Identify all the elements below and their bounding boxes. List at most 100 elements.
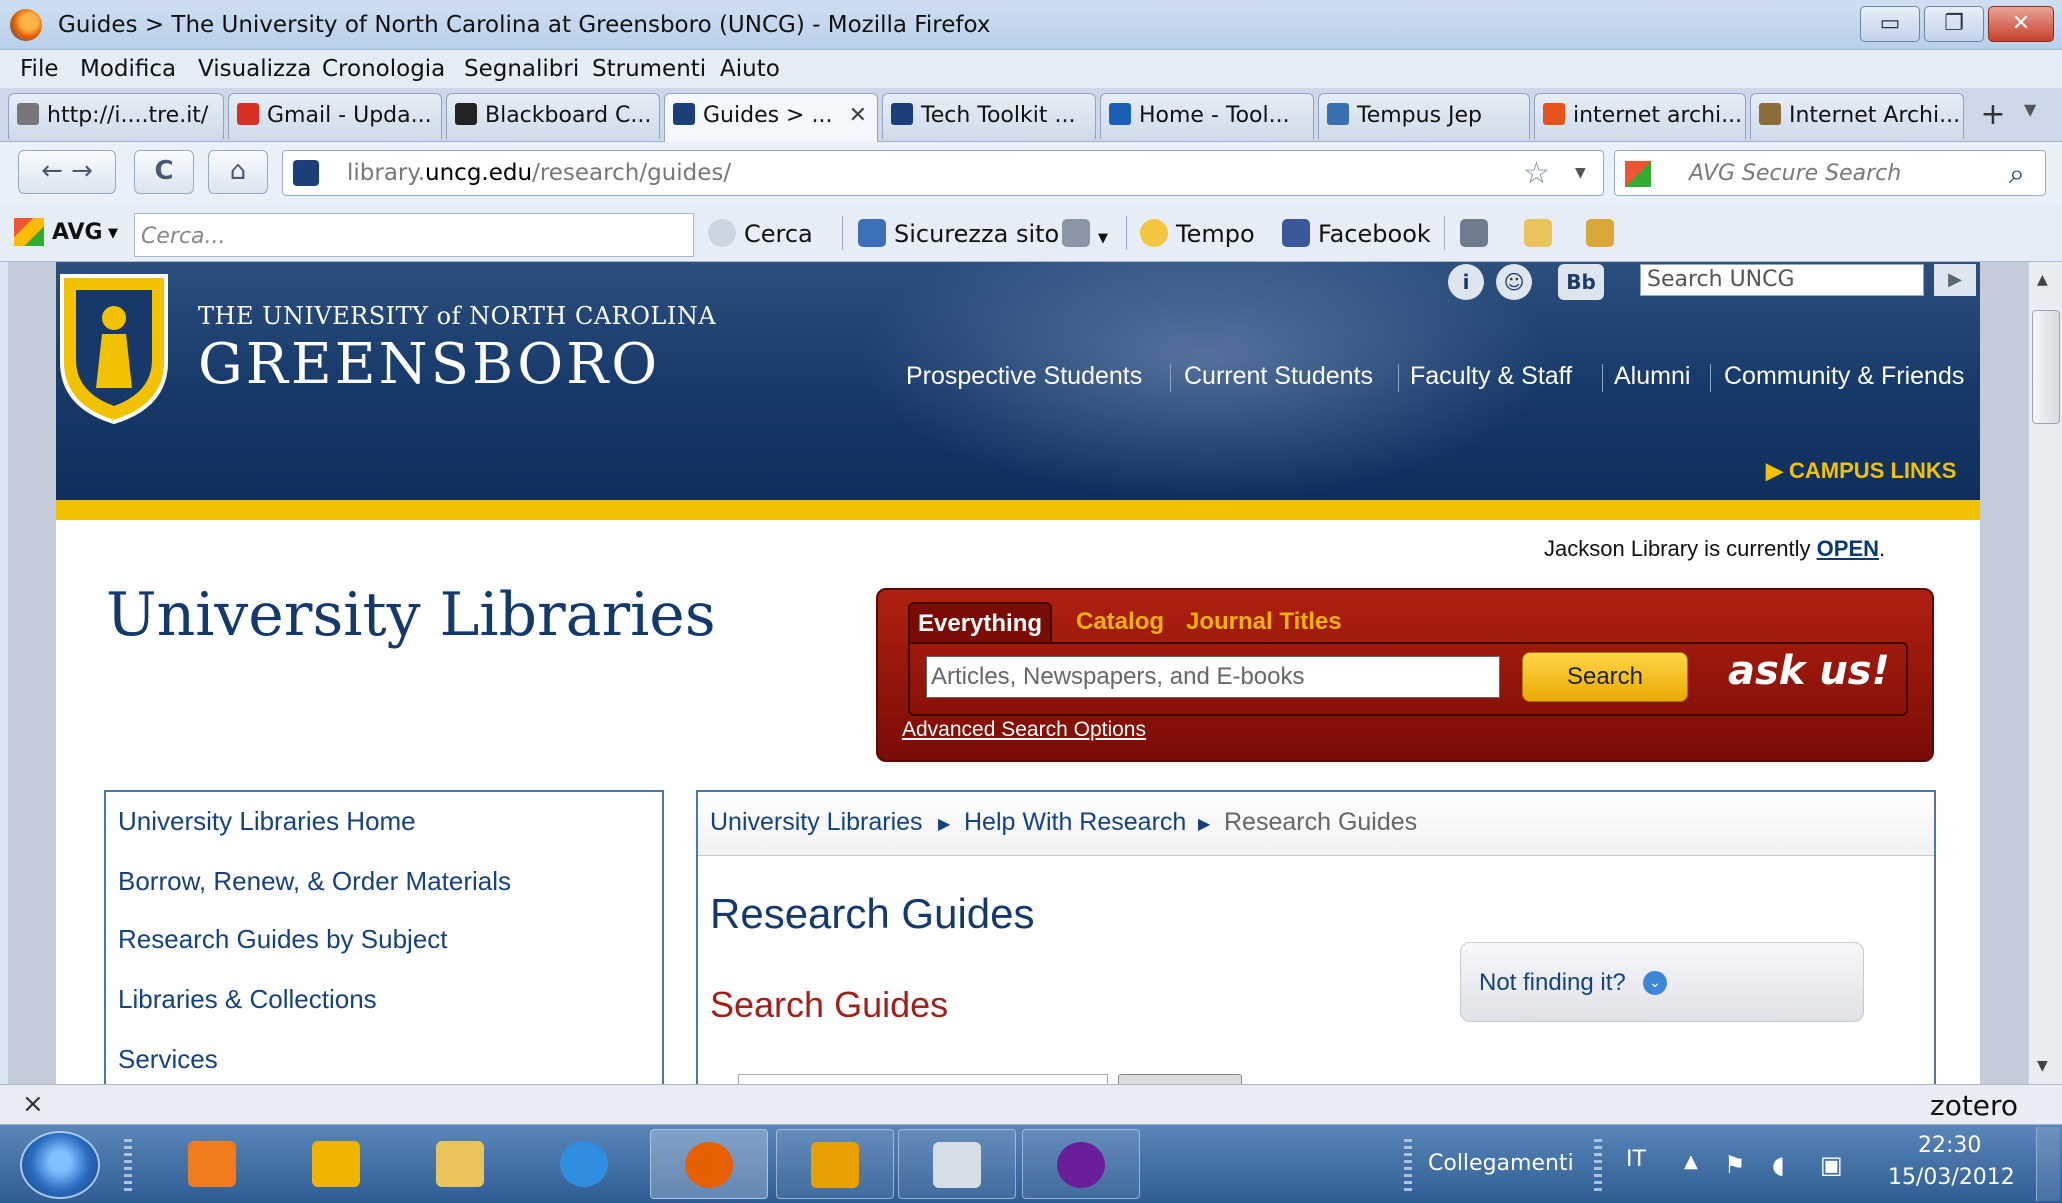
scroll-down-icon[interactable]: ▼	[2037, 1058, 2048, 1074]
menu-strumenti[interactable]: Strumenti	[592, 56, 706, 82]
tray-expand-icon[interactable]: ▲	[1684, 1151, 1698, 1172]
advanced-search-link[interactable]: Advanced Search Options	[902, 718, 1146, 742]
avg-logo-icon[interactable]	[14, 218, 44, 246]
notepad-icon[interactable]	[1524, 219, 1560, 248]
chevron-down-icon[interactable]: ▼	[108, 226, 118, 241]
menu-segnalibri[interactable]: Segnalibri	[464, 56, 579, 82]
scroll-up-icon[interactable]: ▲	[2037, 272, 2048, 288]
network-icon[interactable]: ▣	[1820, 1151, 1843, 1179]
tab-item[interactable]: internet archi...	[1534, 93, 1746, 139]
show-desktop-button[interactable]	[2036, 1127, 2060, 1201]
avg-search-input[interactable]: Cerca...	[134, 213, 694, 257]
search-icon[interactable]: ⌕	[2009, 157, 2025, 191]
avg-brand[interactable]: AVG	[52, 220, 103, 245]
links-toolbar[interactable]: Collegamenti	[1428, 1151, 1574, 1176]
tab-item[interactable]: Tempus Jep	[1318, 93, 1530, 139]
clock-date[interactable]: 15/03/2012	[1888, 1165, 2015, 1190]
menu-visualizza[interactable]: Visualizza	[198, 56, 311, 82]
close-window-button[interactable]: ✕	[1988, 6, 2054, 42]
menu-modifica[interactable]: Modifica	[80, 56, 176, 82]
tab-item[interactable]: Blackboard C...	[446, 93, 660, 139]
maximize-button[interactable]: ❐	[1924, 6, 1984, 42]
url-text[interactable]: library.uncg.edu/research/guides/	[347, 160, 731, 186]
taskbar-paint[interactable]	[278, 1129, 396, 1199]
uni-name-line2[interactable]: GREENSBORO	[198, 332, 660, 397]
campus-links[interactable]: ▶ CAMPUS LINKS	[1766, 458, 1956, 484]
avg-search-button[interactable]: Cerca	[708, 219, 813, 248]
taskbar-media-player[interactable]	[154, 1129, 272, 1199]
site-identity-icon[interactable]	[293, 160, 319, 186]
taskbar-winamp[interactable]	[776, 1129, 894, 1199]
taskbar-grip[interactable]	[1404, 1139, 1412, 1191]
uncg-shield-logo[interactable]	[56, 266, 172, 426]
vertical-scrollbar[interactable]: ▲ ▼	[2028, 262, 2062, 1084]
ask-us-link[interactable]: ask us!	[1728, 648, 1890, 694]
nav-alumni[interactable]: Alumni	[1614, 362, 1690, 391]
bookmark-star-icon[interactable]: ☆	[1523, 156, 1550, 191]
tab-close-icon[interactable]: ✕	[849, 103, 867, 128]
new-tab-button[interactable]: +	[1968, 93, 2018, 139]
sidebar-item-libraries-collections[interactable]: Libraries & Collections	[118, 984, 377, 1015]
search-tab-catalog[interactable]: Catalog	[1068, 602, 1172, 642]
search-bar[interactable]: AVG Secure Search ⌕	[1614, 150, 2046, 196]
tab-item[interactable]: Home - Tool...	[1100, 93, 1314, 139]
guide-search-input[interactable]	[738, 1074, 1108, 1084]
nav-community-friends[interactable]: Community & Friends	[1724, 362, 1964, 391]
scroll-thumb[interactable]	[2032, 310, 2060, 424]
search-tab-journal-titles[interactable]: Journal Titles	[1178, 602, 1350, 642]
site-safety-button[interactable]: Sicurezza sito	[858, 219, 1059, 248]
taskbar-odf-viewer[interactable]	[898, 1129, 1016, 1199]
nav-prospective-students[interactable]: Prospective Students	[906, 362, 1142, 391]
tab-guides-active[interactable]: Guides > ... ✕	[664, 93, 878, 142]
info-icon[interactable]: i	[1448, 264, 1484, 300]
uncg-search-go-icon[interactable]: ▶	[1934, 264, 1976, 296]
chevron-down-icon[interactable]: ▼	[1575, 165, 1586, 181]
tab-item[interactable]: Gmail - Upda...	[228, 93, 442, 139]
not-finding-it-button[interactable]: Not finding it? ⌄	[1460, 942, 1864, 1022]
nav-faculty-staff[interactable]: Faculty & Staff	[1410, 362, 1572, 391]
volume-muted-icon[interactable]: ◖	[1772, 1151, 1785, 1179]
chevron-down-icon[interactable]: ▼	[2024, 100, 2036, 119]
search-engine-icon[interactable]	[1625, 161, 1651, 187]
zotero-button[interactable]: zotero	[1930, 1089, 2018, 1122]
uni-name-line1[interactable]: THE UNIVERSITY of NORTH CAROLINA	[198, 302, 716, 330]
search-placeholder[interactable]: AVG Secure Search	[1689, 161, 1901, 186]
url-bar[interactable]: library.uncg.edu/research/guides/ ☆ ▼	[282, 150, 1604, 196]
sidebar-item-borrow[interactable]: Borrow, Renew, & Order Materials	[118, 866, 511, 897]
uncg-search-input[interactable]: Search UNCG	[1640, 264, 1924, 296]
facebook-button[interactable]: Facebook	[1282, 219, 1431, 248]
sidebar-item-services[interactable]: Services	[118, 1044, 218, 1075]
home-icon[interactable]: ⌂	[208, 150, 268, 194]
nav-current-students[interactable]: Current Students	[1184, 362, 1373, 391]
tab-item[interactable]: Tech Toolkit ...	[882, 93, 1096, 139]
trash-button[interactable]: ▼	[1062, 219, 1108, 248]
tab-item[interactable]: Internet Archi...	[1750, 93, 1964, 139]
forward-arrow-icon[interactable]: →	[71, 156, 93, 186]
weather-button[interactable]: Tempo	[1140, 219, 1255, 248]
spartan-icon[interactable]: ☺	[1496, 264, 1532, 300]
breadcrumb-libraries[interactable]: University Libraries	[710, 808, 923, 837]
action-center-flag-icon[interactable]: ⚑	[1724, 1151, 1746, 1179]
menu-file[interactable]: File	[20, 56, 59, 82]
status-open-link[interactable]: OPEN	[1817, 536, 1879, 561]
page-title-libraries[interactable]: University Libraries	[106, 580, 716, 650]
breadcrumb-help-research[interactable]: Help With Research	[964, 808, 1186, 837]
sidebar-item-research-guides[interactable]: Research Guides by Subject	[118, 924, 448, 955]
tab-item[interactable]: http://i....tre.it/	[8, 93, 224, 139]
taskbar-grip[interactable]	[124, 1139, 132, 1191]
minimize-button[interactable]: ▭	[1860, 6, 1920, 42]
library-search-button[interactable]: Search	[1522, 652, 1688, 702]
taskbar-firefox[interactable]	[650, 1129, 768, 1199]
calculator-icon[interactable]	[1460, 219, 1496, 248]
start-button[interactable]	[20, 1131, 100, 1199]
taskbar-grip[interactable]	[1594, 1139, 1602, 1191]
taskbar-internet-explorer[interactable]	[526, 1129, 644, 1199]
back-forward-button[interactable]: ← →	[18, 150, 116, 194]
guide-search-button[interactable]	[1118, 1074, 1242, 1084]
back-arrow-icon[interactable]: ←	[41, 156, 63, 186]
clock-time[interactable]: 22:30	[1918, 1133, 1981, 1158]
close-addon-bar-icon[interactable]: ×	[22, 1089, 44, 1119]
magnifier-icon[interactable]	[1586, 219, 1622, 248]
menu-cronologia[interactable]: Cronologia	[322, 56, 445, 82]
blackboard-icon[interactable]: Bb	[1558, 264, 1604, 300]
